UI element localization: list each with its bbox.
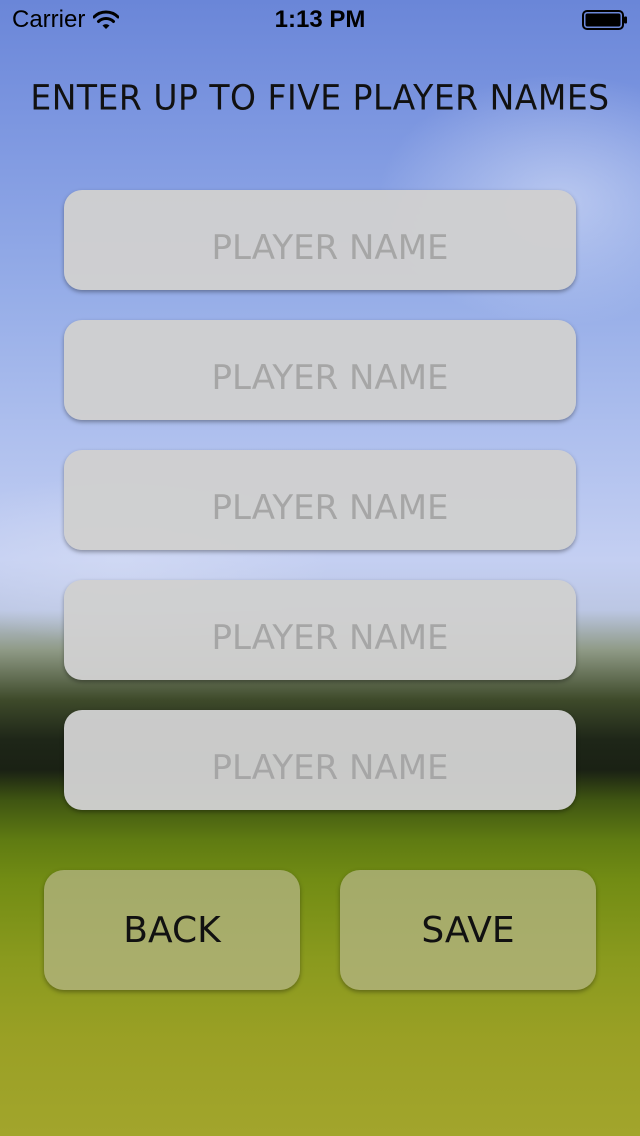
clock: 1:13 PM: [274, 6, 366, 33]
player-name-field-5[interactable]: [64, 710, 576, 810]
status-bar: Carrier 1:13 PM: [0, 0, 640, 40]
player-name-field-4[interactable]: [64, 580, 576, 680]
page-title: ENTER UP TO FIVE PLAYER NAMES: [30, 77, 610, 118]
player-name-input-4[interactable]: [64, 580, 576, 680]
player-name-input-1[interactable]: [64, 190, 576, 290]
player-name-field-2[interactable]: [64, 320, 576, 420]
player-name-input-5[interactable]: [64, 710, 576, 810]
save-button[interactable]: SAVE: [340, 870, 596, 990]
player-name-input-2[interactable]: [64, 320, 576, 420]
player-name-field-3[interactable]: [64, 450, 576, 550]
back-button[interactable]: BACK: [44, 870, 300, 990]
player-name-field-1[interactable]: [64, 190, 576, 290]
player-name-input-3[interactable]: [64, 450, 576, 550]
battery-icon: [582, 10, 627, 30]
